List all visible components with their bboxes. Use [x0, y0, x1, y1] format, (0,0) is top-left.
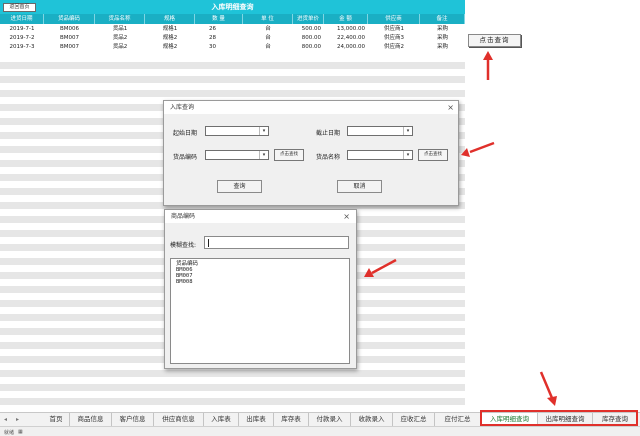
start-date-label: 起始日期 — [173, 130, 198, 137]
column-header-remark[interactable]: 备注 — [420, 14, 465, 24]
end-date-label: 截止日期 — [316, 130, 341, 137]
query-button[interactable]: 查询 — [217, 180, 262, 193]
fuzzy-search-label: 模糊查找: — [170, 242, 197, 249]
dialog-title: 入库查询 — [164, 101, 458, 114]
text-caret — [208, 239, 209, 247]
table-cell[interactable]: 货品2 — [95, 43, 145, 52]
table-cell[interactable]: 供应商3 — [368, 34, 420, 43]
column-header-code[interactable]: 货品编码 — [44, 14, 95, 24]
code-combo[interactable]: ▾ — [205, 150, 269, 160]
table-cell[interactable]: 货品1 — [95, 25, 145, 34]
table-cell[interactable]: 2019-7-3 — [0, 43, 44, 52]
table-cell[interactable]: 规格2 — [145, 43, 195, 52]
column-header-price[interactable]: 进货单价 — [293, 14, 324, 24]
end-date-combo[interactable]: ▾ — [347, 126, 413, 136]
sheet-title: 入库明细查询 — [211, 3, 254, 11]
name-label: 货品名称 — [316, 154, 341, 161]
table-cell[interactable]: 30 — [195, 43, 230, 52]
tab-scroll-left-icon[interactable]: ◂ — [4, 413, 7, 426]
table-cell[interactable]: 供应商2 — [368, 43, 420, 52]
code-listbox[interactable]: 货品编码 BM006 BM007 BM008 — [170, 258, 350, 364]
product-code-dialog: 商品编码 × 模糊查找: 货品编码 BM006 BM007 BM008 — [164, 209, 357, 369]
column-header-date[interactable]: 进货日期 — [0, 14, 44, 24]
code-search-button[interactable]: 点击查找 — [274, 149, 304, 161]
table-cell[interactable]: 2019-7-2 — [0, 34, 44, 43]
dialog-title: 商品编码 — [165, 210, 356, 223]
tab-product-info[interactable]: 商品信息 — [70, 413, 112, 426]
column-header-amount[interactable]: 金 额 — [324, 14, 368, 24]
status-grid-icon[interactable]: ▦ — [18, 429, 23, 435]
column-header-qty[interactable]: 数 量 — [195, 14, 243, 24]
table-cell[interactable]: BM007 — [44, 34, 95, 43]
column-header-unit[interactable]: 单 位 — [243, 14, 293, 24]
column-header-name[interactable]: 货品名称 — [95, 14, 145, 24]
status-ready-icon: 就绪 — [4, 430, 15, 436]
table-cell[interactable]: 采购 — [420, 25, 465, 34]
start-date-combo[interactable]: ▾ — [205, 126, 269, 136]
status-bar: 就绪 ▦ — [0, 426, 640, 436]
table-cell[interactable]: 22,400.00 — [320, 34, 368, 43]
code-label: 货品编码 — [173, 154, 198, 161]
tab-stock[interactable]: 库存表 — [274, 413, 309, 426]
click-query-button[interactable]: 点击查询 — [468, 34, 521, 47]
return-home-button[interactable]: 返回首页 — [3, 3, 36, 12]
table-cell[interactable]: 2019-7-1 — [0, 25, 44, 34]
tab-customer-info[interactable]: 客户信息 — [112, 413, 154, 426]
chevron-down-icon[interactable]: ▾ — [259, 151, 268, 159]
chevron-down-icon[interactable]: ▾ — [403, 151, 412, 159]
tab-receivable-summary[interactable]: 应收汇总 — [393, 413, 435, 426]
tab-receipt-entry[interactable]: 收款录入 — [351, 413, 393, 426]
name-combo[interactable]: ▾ — [347, 150, 413, 160]
table-cell[interactable]: 供应商1 — [368, 25, 420, 34]
tab-supplier-info[interactable]: 供应商信息 — [154, 413, 204, 426]
close-icon[interactable]: × — [447, 101, 454, 114]
chevron-down-icon[interactable]: ▾ — [259, 127, 268, 135]
table-cell[interactable]: 货品2 — [95, 34, 145, 43]
table-cell[interactable]: 采购 — [420, 43, 465, 52]
close-icon[interactable]: × — [343, 210, 350, 223]
table-cell[interactable]: 24,000.00 — [320, 43, 368, 52]
column-header-spec[interactable]: 规格 — [145, 14, 195, 24]
tab-inbound[interactable]: 入库表 — [204, 413, 239, 426]
table-cell[interactable]: 采购 — [420, 34, 465, 43]
table-cell[interactable]: 28 — [195, 34, 230, 43]
column-header-supplier[interactable]: 供应商 — [368, 14, 420, 24]
table-cell[interactable]: 规格1 — [145, 25, 195, 34]
title-bar: 入库明细查询 返回首页 — [0, 0, 465, 14]
table-cell[interactable]: 规格2 — [145, 34, 195, 43]
table-cell[interactable]: BM007 — [44, 43, 95, 52]
tab-scroll-right-icon[interactable]: ▸ — [16, 413, 19, 426]
table-cell[interactable]: 800.00 — [283, 43, 324, 52]
list-item[interactable]: BM008 — [171, 279, 349, 285]
tab-payable-summary[interactable]: 应付汇总 — [435, 413, 481, 426]
tab-payment-entry[interactable]: 付款录入 — [309, 413, 351, 426]
table-cell[interactable]: 13,000.00 — [320, 25, 368, 34]
cancel-button[interactable]: 取消 — [337, 180, 382, 193]
tab-highlight-box — [480, 410, 638, 426]
table-cell[interactable]: 500.00 — [283, 25, 324, 34]
table-cell[interactable]: 800.00 — [283, 34, 324, 43]
tab-outbound[interactable]: 出库表 — [239, 413, 274, 426]
tab-home[interactable]: 首页 — [43, 413, 70, 426]
fuzzy-search-input[interactable] — [204, 236, 349, 249]
inbound-query-dialog: 入库查询 × 起始日期 ▾ 截止日期 ▾ 货品编码 ▾ 点击查找 货品名称 ▾ … — [163, 100, 459, 206]
name-search-button[interactable]: 点击查找 — [418, 149, 448, 161]
table-cell[interactable]: BM006 — [44, 25, 95, 34]
table-cell[interactable]: 26 — [195, 25, 230, 34]
chevron-down-icon[interactable]: ▾ — [403, 127, 412, 135]
